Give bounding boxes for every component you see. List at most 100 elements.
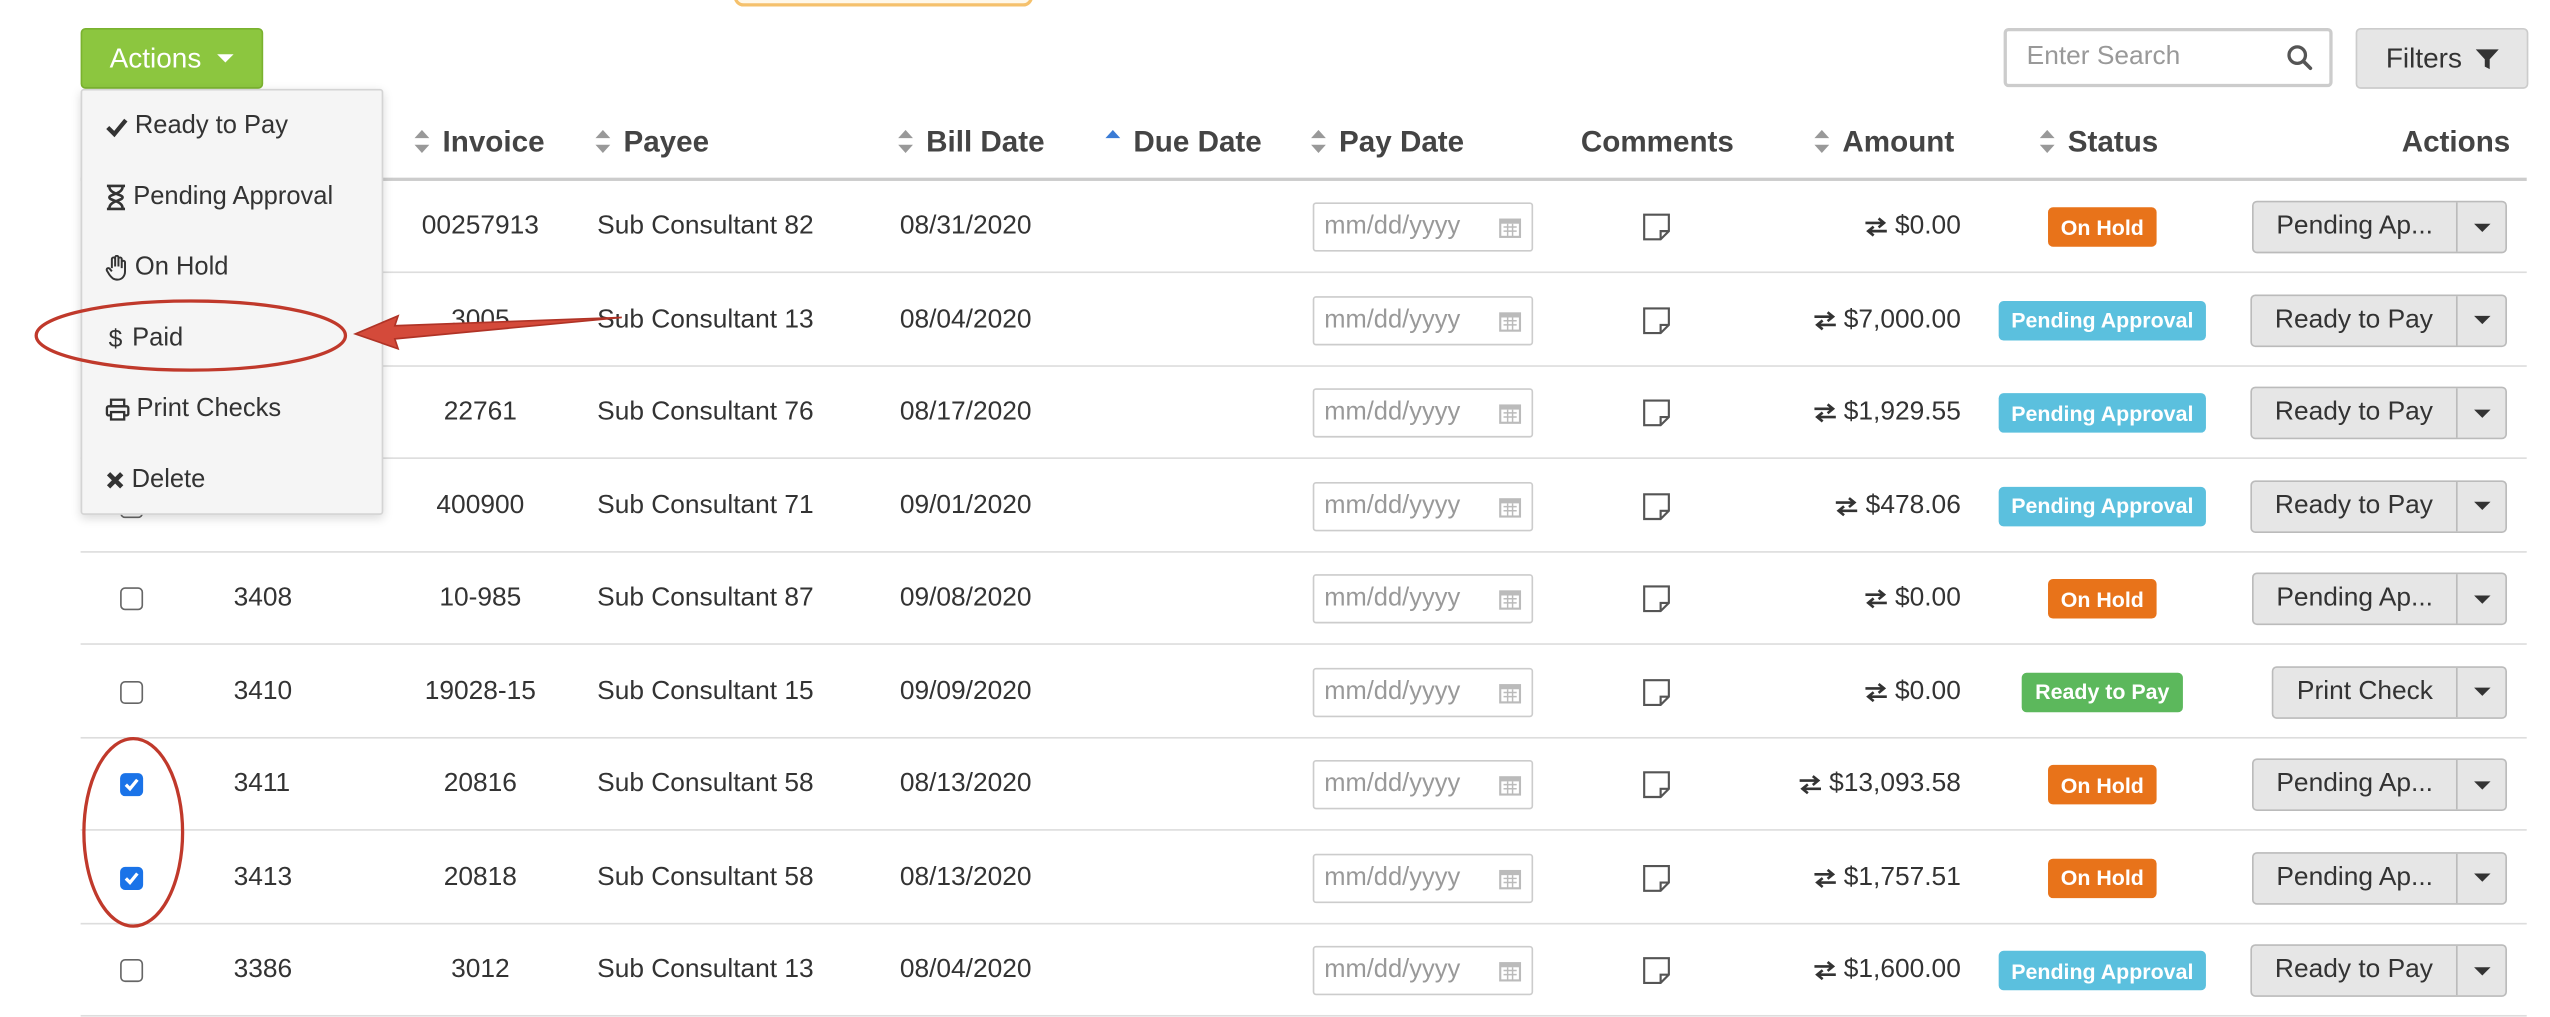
column-header-label: Comments — [1580, 124, 1734, 158]
pay-date-input[interactable]: mm/dd/yyyy — [1312, 481, 1534, 531]
comment-note-icon[interactable] — [1642, 863, 1672, 893]
pay-date-input[interactable]: mm/dd/yyyy — [1312, 667, 1534, 717]
calendar-icon[interactable] — [1499, 680, 1522, 703]
actions-dropdown-menu: Ready to Pay Pending Approval On Hold $ … — [80, 88, 384, 515]
calendar-icon[interactable] — [1499, 308, 1522, 331]
comments-cell — [1642, 924, 1672, 1016]
row-checkbox[interactable] — [120, 680, 144, 704]
row-action-button[interactable]: Ready to Pay — [2252, 388, 2456, 437]
column-header-bill-date[interactable]: Bill Date — [898, 122, 1045, 161]
row-action-toggle[interactable] — [2455, 202, 2505, 252]
menu-item-on-hold[interactable]: On Hold — [105, 243, 228, 292]
column-header-due-date[interactable]: Due Date — [1105, 122, 1262, 161]
row-action-toggle[interactable] — [2455, 759, 2505, 810]
amount-value: $0.00 — [1894, 583, 1961, 612]
amount-value: $0.00 — [1894, 212, 1961, 241]
comment-note-icon[interactable] — [1642, 491, 1672, 521]
status-badge: Pending Approval — [1998, 300, 2207, 340]
row-action-button[interactable]: Pending Ap... — [2253, 853, 2456, 902]
row-action-split-button: Ready to Pay — [2250, 293, 2507, 347]
search-field[interactable] — [2003, 27, 2333, 88]
pay-date-placeholder: mm/dd/yyyy — [1324, 676, 1461, 705]
comments-cell — [1642, 739, 1672, 831]
checkmark-icon — [124, 871, 139, 885]
row-action-button[interactable]: Print Check — [2274, 667, 2456, 716]
pay-date-placeholder: mm/dd/yyyy — [1324, 583, 1461, 612]
comment-note-icon[interactable] — [1642, 398, 1672, 428]
row-checkbox[interactable] — [120, 866, 144, 890]
menu-item-paid[interactable]: $ Paid — [105, 314, 184, 363]
pay-date-input[interactable]: mm/dd/yyyy — [1312, 852, 1534, 903]
menu-item-print-checks[interactable]: Print Checks — [105, 385, 281, 434]
row-action-toggle[interactable] — [2455, 295, 2505, 345]
transfer-icon — [1814, 868, 1836, 888]
comment-note-icon[interactable] — [1642, 770, 1672, 800]
column-header-label: Pay Date — [1339, 124, 1465, 158]
caret-down-icon — [217, 54, 235, 63]
row-checkbox[interactable] — [120, 773, 144, 797]
calendar-icon[interactable] — [1499, 587, 1522, 610]
calendar-icon[interactable] — [1499, 773, 1522, 796]
search-icon[interactable] — [2287, 44, 2313, 71]
comment-note-icon[interactable] — [1642, 584, 1672, 614]
menu-item-pending-approval[interactable]: Pending Approval — [105, 173, 333, 222]
calendar-icon[interactable] — [1499, 959, 1522, 982]
amount-cell: $0.00 — [1742, 646, 1961, 738]
actions-button[interactable]: Actions — [80, 27, 264, 89]
row-action-toggle[interactable] — [2455, 388, 2505, 438]
row-action-toggle[interactable] — [2455, 574, 2505, 624]
pay-date-input[interactable]: mm/dd/yyyy — [1312, 202, 1534, 252]
pay-date-input[interactable]: mm/dd/yyyy — [1312, 388, 1534, 438]
amount-value: $478.06 — [1865, 491, 1961, 519]
status-cell: Ready to Pay — [1972, 646, 2232, 738]
amount-value: $1,929.55 — [1843, 398, 1961, 427]
row-action-split-button: Ready to Pay — [2250, 386, 2507, 440]
row-action-button[interactable]: Ready to Pay — [2252, 481, 2456, 530]
column-header-pay-date[interactable]: Pay Date — [1311, 122, 1464, 161]
column-header-invoice[interactable]: Invoice — [414, 122, 545, 161]
amount-cell: $0.00 — [1742, 553, 1961, 645]
bill-id: 3413 — [233, 862, 293, 891]
column-header-payee[interactable]: Payee — [595, 122, 709, 161]
menu-item-ready-to-pay[interactable]: Ready to Pay — [105, 102, 288, 151]
pay-date-cell: mm/dd/yyyy — [1312, 646, 1534, 738]
filter-icon — [2475, 48, 2499, 69]
column-header-label: Actions — [2401, 124, 2511, 158]
pay-date-input[interactable]: mm/dd/yyyy — [1312, 295, 1534, 345]
comment-note-icon[interactable] — [1642, 677, 1672, 707]
menu-item-delete[interactable]: Delete — [105, 456, 205, 505]
calendar-icon[interactable] — [1499, 401, 1522, 424]
calendar-icon[interactable] — [1499, 215, 1522, 238]
row-action-toggle[interactable] — [2455, 667, 2505, 717]
pay-date-cell: mm/dd/yyyy — [1312, 832, 1534, 924]
comment-note-icon[interactable] — [1642, 956, 1672, 986]
row-action-button[interactable]: Ready to Pay — [2252, 946, 2456, 995]
calendar-icon[interactable] — [1499, 494, 1522, 517]
search-input[interactable] — [2023, 41, 2287, 75]
row-action-toggle[interactable] — [2455, 945, 2505, 996]
amount-cell: $7,000.00 — [1742, 274, 1961, 366]
column-header-amount[interactable]: Amount — [1814, 122, 1954, 161]
row-action-button[interactable]: Pending Ap... — [2253, 574, 2456, 623]
row-checkbox[interactable] — [120, 959, 144, 983]
comment-note-icon[interactable] — [1642, 305, 1672, 335]
status-cell: On Hold — [1972, 553, 2232, 645]
pay-date-input[interactable]: mm/dd/yyyy — [1312, 945, 1534, 996]
caret-down-icon — [2473, 687, 2490, 696]
row-checkbox[interactable] — [120, 587, 144, 611]
invoice-number: 22761 — [443, 398, 517, 427]
filters-button[interactable]: Filters — [2355, 27, 2529, 89]
row-action-button[interactable]: Pending Ap... — [2253, 760, 2456, 809]
printer-icon — [105, 398, 130, 421]
row-action-button[interactable]: Ready to Pay — [2252, 295, 2456, 344]
comments-cell — [1642, 460, 1672, 552]
comment-note-icon[interactable] — [1642, 212, 1672, 242]
row-action-toggle[interactable] — [2455, 852, 2505, 903]
pay-date-input[interactable]: mm/dd/yyyy — [1312, 759, 1534, 810]
column-header-status[interactable]: Status — [2039, 122, 2158, 161]
row-action-toggle[interactable] — [2455, 481, 2505, 531]
pay-date-input[interactable]: mm/dd/yyyy — [1312, 574, 1534, 624]
row-action-button[interactable]: Pending Ap... — [2253, 202, 2456, 251]
pay-date-placeholder: mm/dd/yyyy — [1324, 212, 1461, 241]
calendar-icon[interactable] — [1499, 866, 1522, 889]
